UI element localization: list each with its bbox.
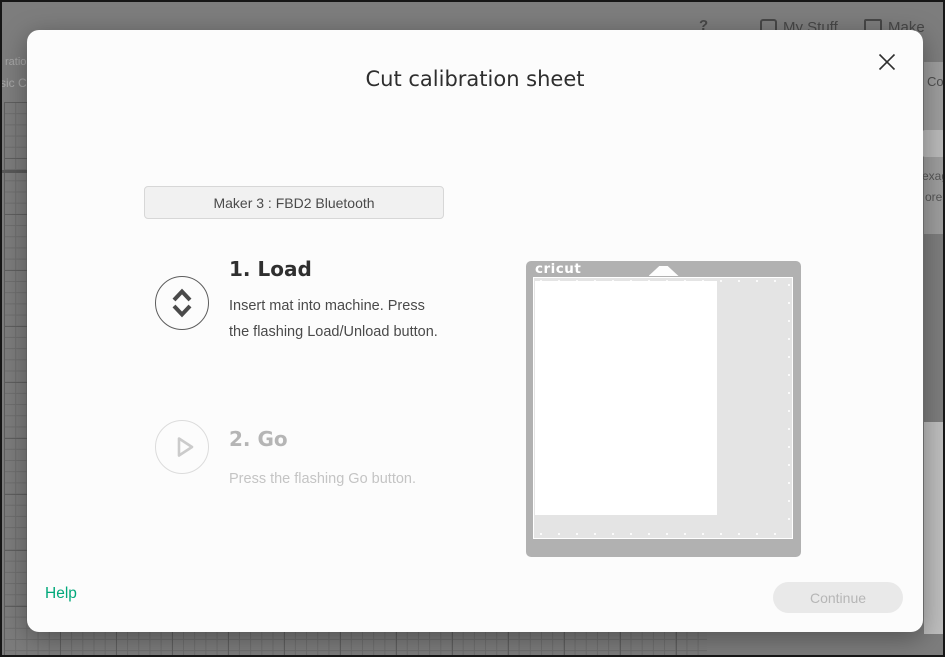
- help-link[interactable]: Help: [45, 585, 77, 603]
- load-unload-chevrons-icon: [155, 276, 209, 330]
- app-window: ratio sic C ? My Stuff Make Co exag ore …: [0, 0, 945, 657]
- mat-surface: [533, 277, 793, 539]
- step-go-title: 2. Go: [229, 427, 489, 451]
- calibration-sheet-paper: [535, 281, 717, 515]
- mat-ruler-ticks: [540, 533, 786, 535]
- machine-selector-button[interactable]: Maker 3 : FBD2 Bluetooth: [144, 186, 444, 219]
- panel-light-sliver: [924, 422, 945, 634]
- panel-clipped-button: [922, 130, 945, 157]
- canvas-ruler-line: [2, 170, 29, 173]
- toolbar-clipped-text: ratio: [5, 56, 26, 68]
- step-load: 1. Load Insert mat into machine. Press t…: [229, 257, 443, 345]
- panel-clipped-text: exag: [922, 169, 945, 183]
- step-load-title: 1. Load: [229, 257, 443, 281]
- step-go-description: Press the flashing Go button.: [229, 466, 489, 492]
- cut-calibration-dialog: Cut calibration sheet Maker 3 : FBD2 Blu…: [27, 30, 923, 632]
- go-play-icon: [155, 420, 209, 474]
- cricut-logo: cricut: [535, 261, 581, 277]
- toolbar-clipped-text: sic C: [0, 76, 27, 90]
- panel-clipped-text: Co: [927, 74, 944, 89]
- mat-arrow-icon: [649, 266, 679, 276]
- mat-ruler-ticks: [788, 284, 790, 532]
- dialog-title: Cut calibration sheet: [27, 67, 923, 91]
- mat-preview-image: cricut: [526, 261, 801, 557]
- continue-button[interactable]: Continue: [773, 582, 903, 613]
- step-go: 2. Go Press the flashing Go button.: [229, 427, 489, 492]
- panel-clipped-text: ore: [925, 190, 942, 204]
- step-load-description: Insert mat into machine. Press the flash…: [229, 293, 443, 345]
